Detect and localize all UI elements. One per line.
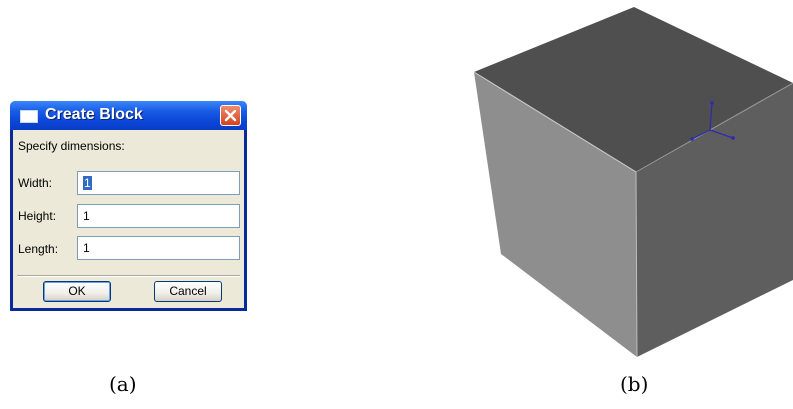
cube-viewport[interactable] bbox=[0, 0, 793, 409]
caption-b: (b) bbox=[620, 372, 649, 396]
